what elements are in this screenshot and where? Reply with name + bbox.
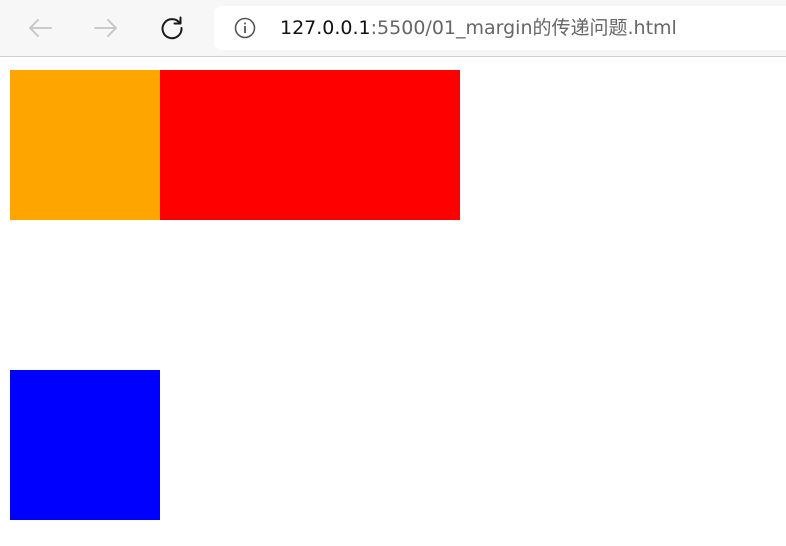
- orange-box: [10, 70, 160, 220]
- red-box: [160, 70, 460, 220]
- url-path: :5500/01_margin的传递问题.html: [370, 17, 677, 39]
- reload-icon: [161, 16, 183, 40]
- url-text[interactable]: 127.0.0.1:5500/01_margin的传递问题.html: [280, 17, 677, 39]
- url-host: 127.0.0.1: [280, 17, 371, 39]
- browser-toolbar: 127.0.0.1:5500/01_margin的传递问题.html: [0, 0, 786, 57]
- arrow-left-icon: [29, 19, 52, 37]
- blue-box: [10, 370, 160, 520]
- reload-button[interactable]: [153, 9, 191, 47]
- forward-button[interactable]: [87, 9, 125, 47]
- address-bar[interactable]: 127.0.0.1:5500/01_margin的传递问题.html: [214, 6, 786, 50]
- page-viewport: [0, 58, 786, 546]
- info-icon[interactable]: [234, 17, 256, 39]
- back-button[interactable]: [21, 9, 59, 47]
- arrow-right-icon: [94, 19, 117, 37]
